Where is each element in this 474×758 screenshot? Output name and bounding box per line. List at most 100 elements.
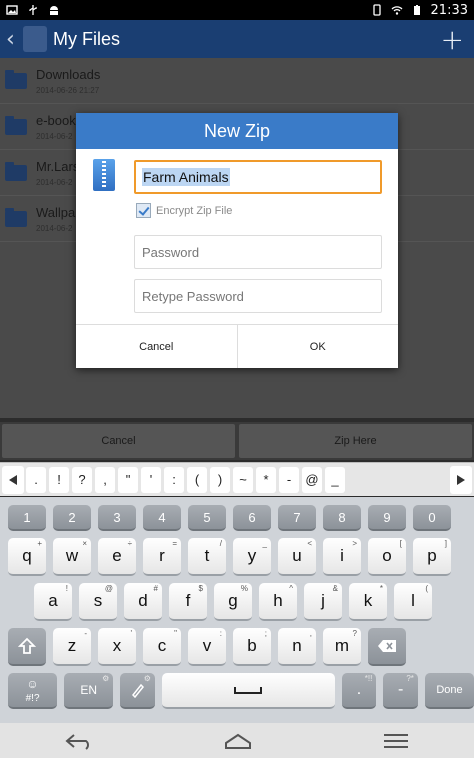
number-key[interactable]: 9 [368,505,406,531]
encrypt-checkbox[interactable] [136,203,151,218]
dash-key-label: - [397,681,404,698]
period-key[interactable]: . *!! [341,673,377,709]
retype-password-field[interactable]: Retype Password [134,279,382,313]
key-alt-label: ] [444,539,447,548]
home-icon[interactable] [223,732,253,750]
key-alt-label: * [379,584,383,593]
letter-key[interactable]: l( [394,583,432,621]
cancel-action-button[interactable]: Cancel [2,424,235,458]
key-alt-label: ' [130,629,132,638]
key-label: m [334,636,350,655]
letter-key[interactable]: t / [188,538,226,576]
symbol-key[interactable]: " [118,466,138,493]
number-key[interactable]: 2 [53,505,91,531]
symbol-bar: .!?, " ':() ~ * - @ _ [0,462,474,496]
number-key[interactable]: 8 [323,505,361,531]
number-key[interactable]: 3 [98,505,136,531]
letter-key[interactable]: n, [278,628,316,666]
letter-key[interactable]: u < [278,538,316,576]
symbol-key[interactable]: : [164,466,184,493]
chevron-left-icon[interactable]: ‹ [0,27,20,52]
letter-key[interactable]: p] [413,538,451,576]
password-field[interactable]: Password [134,235,382,269]
symbol-key[interactable]: . [26,466,46,493]
symbol-key[interactable]: * [256,466,276,493]
key-label: f [185,591,191,610]
letter-key[interactable]: v: [188,628,226,666]
letter-key[interactable]: f $ [169,583,207,621]
symbols-key-label: #!? [25,693,40,704]
symbol-key[interactable]: ! [49,466,69,493]
symbol-key[interactable]: @ [302,466,322,493]
symbol-key[interactable]: , [95,466,115,493]
symbol-scroll-right-button[interactable] [450,465,472,494]
space-key[interactable] [161,673,335,709]
backspace-key[interactable] [368,628,406,666]
menu-icon[interactable] [382,732,410,750]
bottom-row: ☺ #!? EN ⚙ ⚙ . *!! - ?* Done [0,673,474,709]
app-bar: ‹ My Files + [0,20,474,58]
encrypt-option[interactable]: Encrypt Zip File [136,203,232,218]
letter-key[interactable]: x ' [98,628,136,666]
letter-key[interactable]: j & [304,583,342,621]
letter-key[interactable]: a! [34,583,72,621]
plus-icon[interactable]: + [441,23,464,56]
letter-key[interactable]: b; [233,628,271,666]
symbol-key[interactable]: ~ [233,466,253,493]
letter-key[interactable]: o[ [368,538,406,576]
letter-key[interactable]: s @ [79,583,117,621]
key-label: s [93,591,103,610]
letter-key[interactable]: y _ [233,538,271,576]
file-date: 2014-06-2 [36,177,73,187]
zip-here-button[interactable]: Zip Here [239,424,472,458]
letter-key[interactable]: i > [323,538,361,576]
number-key[interactable]: 1 [8,505,46,531]
shift-key[interactable] [8,628,46,666]
number-key[interactable]: 4 [143,505,181,531]
language-key[interactable]: EN ⚙ [64,673,114,709]
done-key[interactable]: Done [424,673,474,709]
handwriting-key[interactable]: ⚙ [120,673,155,709]
key-alt-label: / [219,539,222,548]
number-key[interactable]: 5 [188,505,226,531]
symbol-key[interactable]: ( [187,466,207,493]
letter-key[interactable]: h ^ [259,583,297,621]
letter-key[interactable]: k * [349,583,387,621]
letter-key[interactable]: g% [214,583,252,621]
dialog-cancel-button[interactable]: Cancel [76,325,237,368]
symbol-key[interactable]: ' [141,466,161,493]
number-key[interactable]: 0 [413,505,451,531]
key-label: y [247,546,257,565]
number-key[interactable]: 7 [278,505,316,531]
dialog-ok-button[interactable]: OK [236,325,399,368]
symbol-key[interactable]: ) [210,466,230,493]
number-key[interactable]: 6 [233,505,271,531]
symbols-emoji-key[interactable]: ☺ #!? [8,673,58,709]
key-alt-label: & [332,584,338,593]
letter-key[interactable]: q + [8,538,46,576]
list-item[interactable]: Downloads 2014-06-26 21:27 [0,58,474,104]
letter-key[interactable]: z- [53,628,91,666]
settings-small-icon: ⚙ [143,674,151,683]
page-title: My Files [53,28,120,49]
letter-key[interactable]: m? [323,628,361,666]
letter-key[interactable]: r = [143,538,181,576]
symbol-key[interactable]: ? [72,466,92,493]
key-alt-label: - [84,629,87,638]
letter-key[interactable]: w × [53,538,91,576]
letter-key[interactable]: e ÷ [98,538,136,576]
letter-key[interactable]: c " [143,628,181,666]
symbol-scroll-left-button[interactable] [2,465,24,494]
android-icon [50,6,58,15]
key-label: h [273,591,283,610]
back-icon[interactable] [64,732,94,750]
dash-key[interactable]: - ?* [383,673,418,709]
key-alt-label: % [240,584,248,593]
symbol-key[interactable]: _ [325,466,345,493]
zip-name-input[interactable]: Farm Animals [134,160,382,194]
file-date: 2014-06-26 21:27 [36,85,100,95]
key-alt-label: = [172,539,177,548]
symbol-keys: .!?, " ':() ~ * - @ _ [26,466,448,493]
letter-key[interactable]: d # [124,583,162,621]
symbol-key[interactable]: - [279,466,299,493]
